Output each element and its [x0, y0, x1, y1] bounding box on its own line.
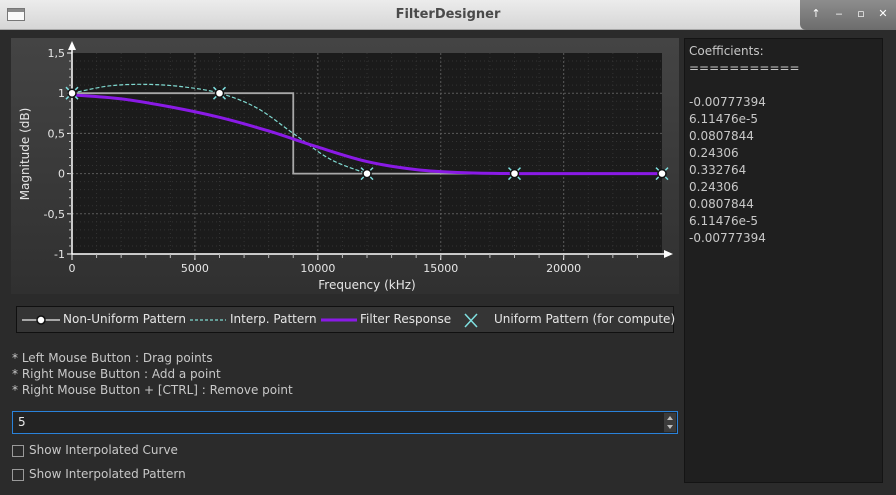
legend-interp-label: Interp. Pattern [230, 312, 317, 326]
plot-legend: Non-Uniform Pattern Interp. Pattern Filt… [16, 306, 676, 333]
pattern-control-point[interactable] [362, 168, 372, 179]
pattern-control-point[interactable] [509, 168, 520, 179]
filter-plot[interactable]: 1,5 1 0,5 0 -0,5 -1 0 5000 10000 15000 20000 Magn… [11, 38, 679, 294]
spin-up-icon[interactable] [667, 416, 673, 420]
title-bar[interactable]: FilterDesigner ↑ ‒ ▫ ✕ [0, 0, 896, 30]
show-interpolated-curve-checkbox[interactable] [12, 445, 24, 457]
coefficients-separator: =========== [689, 61, 800, 75]
order-spinbox[interactable]: 5 [12, 411, 678, 434]
legend-interp-glyph [190, 319, 226, 321]
coefficients-header: Coefficients: [689, 44, 764, 58]
x-tick-label: 0 [69, 262, 76, 275]
y-tick-label: 1 [58, 87, 65, 100]
y-axis-label: Magnitude (dB) [18, 108, 32, 201]
plot-panel[interactable]: 1,5 1 0,5 0 -0,5 -1 0 5000 10000 15000 20000 Magn… [11, 38, 679, 294]
coefficients-panel[interactable]: Coefficients: =========== -0.00777394 6.… [684, 38, 883, 483]
x-tick-label: 20000 [546, 262, 581, 275]
legend-uniform-label: Uniform Pattern (for compute) [494, 312, 676, 326]
order-spinbox-value[interactable]: 5 [18, 415, 26, 429]
show-interpolated-pattern-label[interactable]: Show Interpolated Pattern [29, 467, 186, 481]
pattern-control-point[interactable] [657, 168, 667, 179]
y-tick-label: -1 [54, 248, 65, 261]
show-interpolated-curve-label[interactable]: Show Interpolated Curve [29, 443, 178, 457]
coefficient-value: 0.24306 [689, 180, 739, 194]
maximize-icon[interactable]: ▫ [853, 6, 869, 22]
legend-non-uniform-label: Non-Uniform Pattern [63, 312, 186, 326]
legend-uniform-glyph [464, 313, 478, 328]
coefficient-value: 6.11476e-5 [689, 112, 758, 126]
coefficient-value: 0.0807844 [689, 197, 754, 211]
show-interpolated-pattern-checkbox[interactable] [12, 469, 24, 481]
spin-down-icon[interactable] [667, 425, 673, 429]
legend-response-glyph [321, 318, 357, 322]
help-line-remove: * Right Mouse Button + [CTRL] : Remove p… [12, 383, 293, 397]
pattern-control-point[interactable] [67, 88, 77, 98]
x-tick-label: 5000 [181, 262, 209, 275]
x-tick-label: 10000 [300, 262, 335, 275]
coefficient-value: 6.11476e-5 [689, 214, 758, 228]
legend-response-label: Filter Response [360, 312, 452, 326]
pattern-control-point[interactable] [214, 88, 225, 98]
coefficient-value: -0.00777394 [689, 95, 766, 109]
coefficient-value: -0.00777394 [689, 231, 766, 245]
coefficient-value: 0.332764 [689, 163, 747, 177]
coefficient-value: 0.0807844 [689, 129, 754, 143]
help-line-add: * Right Mouse Button : Add a point [12, 367, 221, 381]
window-title: FilterDesigner [395, 7, 501, 22]
close-icon[interactable]: ✕ [875, 6, 891, 22]
y-tick-label: -0,5 [44, 208, 65, 221]
y-tick-label: 1,5 [48, 47, 66, 60]
spinbox-buttons [664, 413, 676, 432]
window-controls: ↑ ‒ ▫ ✕ [800, 0, 896, 30]
legend-non-uniform-glyph [22, 315, 60, 325]
minimize-icon[interactable]: ‒ [831, 6, 847, 22]
coefficient-value: 0.24306 [689, 146, 739, 160]
app-window: FilterDesigner ↑ ‒ ▫ ✕ 1,5 1 0,5 0 -0,5 … [0, 0, 896, 495]
help-icon[interactable]: ↑ [808, 6, 824, 22]
help-line-drag: * Left Mouse Button : Drag points [12, 351, 213, 365]
y-tick-label: 0,5 [48, 127, 66, 140]
x-axis-label: Frequency (kHz) [318, 278, 415, 292]
x-tick-label: 15000 [423, 262, 458, 275]
y-tick-label: 0 [58, 168, 65, 181]
